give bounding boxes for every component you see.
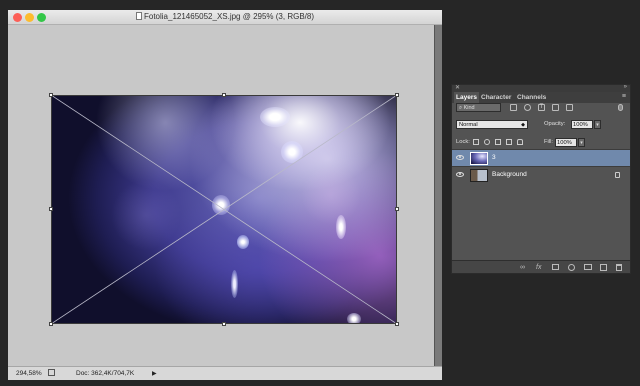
- group-icon[interactable]: [584, 264, 592, 270]
- transform-handle-left[interactable]: [49, 207, 53, 211]
- layer-row-3[interactable]: 3: [452, 149, 630, 166]
- layer-name[interactable]: Background: [492, 171, 527, 178]
- transform-handle-top[interactable]: [222, 93, 226, 97]
- lock-image-icon[interactable]: [484, 139, 490, 145]
- fx-icon[interactable]: fx: [536, 264, 541, 271]
- window-title-text: Fotolia_121465052_XS.jpg @ 295% (3, RGB/…: [143, 12, 314, 21]
- mask-icon[interactable]: [552, 264, 559, 270]
- visibility-eye-icon[interactable]: [456, 172, 464, 177]
- new-layer-icon[interactable]: [600, 264, 607, 271]
- status-bar: 294,58% Doc: 362,4K/704,7K ▶: [8, 366, 442, 380]
- title-bar[interactable]: Fotolia_121465052_XS.jpg @ 295% (3, RGB/…: [8, 10, 442, 25]
- filter-type-icon[interactable]: T: [538, 104, 545, 111]
- fill-field[interactable]: 100%: [555, 138, 577, 147]
- transform-handle-bottom[interactable]: [222, 322, 226, 326]
- filter-toggle-icon[interactable]: [618, 104, 623, 111]
- link-icon[interactable]: ∞: [520, 264, 525, 271]
- blend-mode-select[interactable]: Normal ◆: [456, 120, 528, 129]
- lock-transparent-icon[interactable]: [473, 139, 479, 145]
- layers-panel: ✕ » Layers Character Channels ≡ ⌕ Kind T…: [451, 84, 631, 274]
- filter-kind-label: Kind: [463, 105, 475, 111]
- document-window: Fotolia_121465052_XS.jpg @ 295% (3, RGB/…: [8, 10, 442, 380]
- document-icon: [135, 12, 142, 20]
- tab-character[interactable]: Character: [479, 92, 513, 103]
- canvas-area[interactable]: [8, 25, 434, 366]
- tab-channels[interactable]: Channels: [515, 92, 548, 103]
- close-panel-icon[interactable]: ✕: [455, 84, 460, 91]
- lock-label: Lock:: [456, 139, 470, 145]
- export-icon[interactable]: [48, 369, 55, 376]
- fill-label: Fill:: [544, 139, 554, 145]
- transform-handle-top-right[interactable]: [395, 93, 399, 97]
- opacity-label: Opacity:: [544, 121, 566, 127]
- lock-position-icon[interactable]: [495, 139, 501, 145]
- filter-smart-object-icon[interactable]: [566, 104, 573, 111]
- layer-row-background[interactable]: Background: [452, 166, 630, 183]
- trash-icon[interactable]: [616, 264, 622, 271]
- lock-artboard-icon[interactable]: [506, 139, 512, 145]
- transform-bounding-box[interactable]: [51, 95, 397, 324]
- adjustment-icon[interactable]: [568, 264, 575, 271]
- transform-handle-bottom-right[interactable]: [395, 322, 399, 326]
- transform-handle-bottom-left[interactable]: [49, 322, 53, 326]
- desktop: Fotolia_121465052_XS.jpg @ 295% (3, RGB/…: [0, 0, 640, 386]
- filter-pixel-icon[interactable]: [510, 104, 517, 111]
- fill-dropdown-button[interactable]: ▾: [578, 138, 585, 147]
- status-menu-arrow-icon[interactable]: ▶: [152, 370, 157, 377]
- visibility-eye-icon[interactable]: [456, 155, 464, 160]
- lock-all-icon[interactable]: [517, 139, 523, 145]
- filter-shape-icon[interactable]: [552, 104, 559, 111]
- blend-mode-value: Normal: [459, 122, 478, 128]
- window-title: Fotolia_121465052_XS.jpg @ 295% (3, RGB/…: [8, 12, 442, 21]
- layer-thumbnail: [470, 169, 488, 182]
- layer-name[interactable]: 3: [492, 154, 496, 161]
- layers-bottom-toolbar: ∞ fx: [452, 260, 630, 273]
- doc-size: Doc: 362,4K/704,7K: [76, 370, 135, 377]
- panel-header[interactable]: ✕ »: [452, 84, 630, 92]
- panel-menu-icon[interactable]: ≡: [622, 93, 626, 100]
- filter-adjustment-icon[interactable]: [524, 104, 531, 111]
- chevron-down-icon: ◆: [521, 122, 525, 128]
- layer-thumbnail: [470, 152, 488, 165]
- lock-icon: [615, 172, 620, 178]
- opacity-dropdown-button[interactable]: ▾: [594, 120, 601, 129]
- vertical-scrollbar[interactable]: [434, 25, 442, 366]
- tab-layers[interactable]: Layers: [454, 92, 479, 103]
- opacity-field[interactable]: 100%: [571, 120, 593, 129]
- transform-handle-right[interactable]: [395, 207, 399, 211]
- panel-tabs: Layers Character Channels ≡: [452, 92, 630, 103]
- filter-kind-select[interactable]: ⌕ Kind: [456, 103, 501, 112]
- transform-handle-top-left[interactable]: [49, 93, 53, 97]
- zoom-level[interactable]: 294,58%: [16, 370, 42, 377]
- collapse-panel-icon[interactable]: »: [624, 84, 627, 90]
